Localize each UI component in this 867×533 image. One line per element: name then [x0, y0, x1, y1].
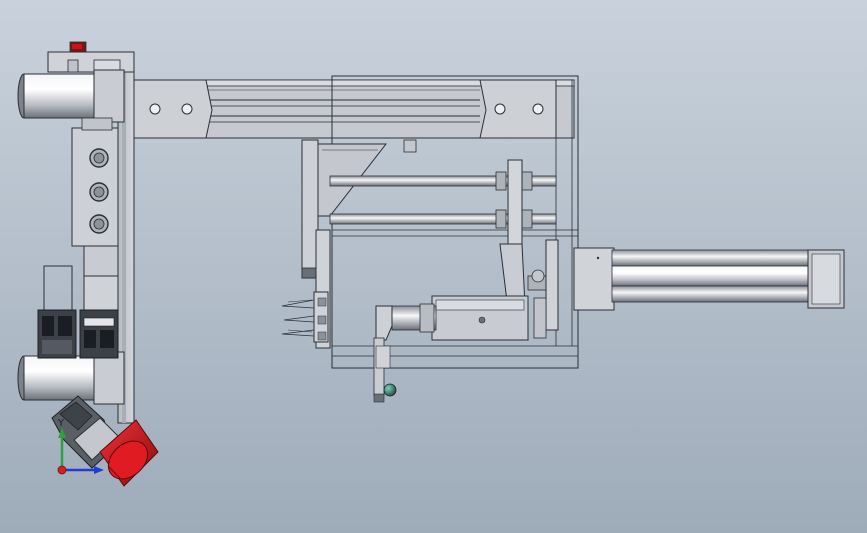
connector-blocks: [37, 309, 119, 359]
upper-guide-cylinder: [17, 69, 125, 123]
assembly-drawing[interactable]: Y: [0, 0, 867, 533]
beam-right-end-plate: [479, 79, 557, 139]
green-knob[interactable]: [383, 383, 397, 397]
valve-block: [71, 117, 119, 277]
top-bracket: [47, 41, 135, 73]
cad-viewport[interactable]: Y: [0, 0, 867, 533]
main-pneumatic-cylinder: [573, 247, 845, 311]
y-axis-label: Y: [57, 418, 65, 429]
lower-guide-cylinder: [17, 351, 125, 405]
gripper-cylinder: [375, 295, 529, 341]
beam-left-end-plate: [133, 79, 213, 139]
finger-gripper: [281, 291, 329, 343]
